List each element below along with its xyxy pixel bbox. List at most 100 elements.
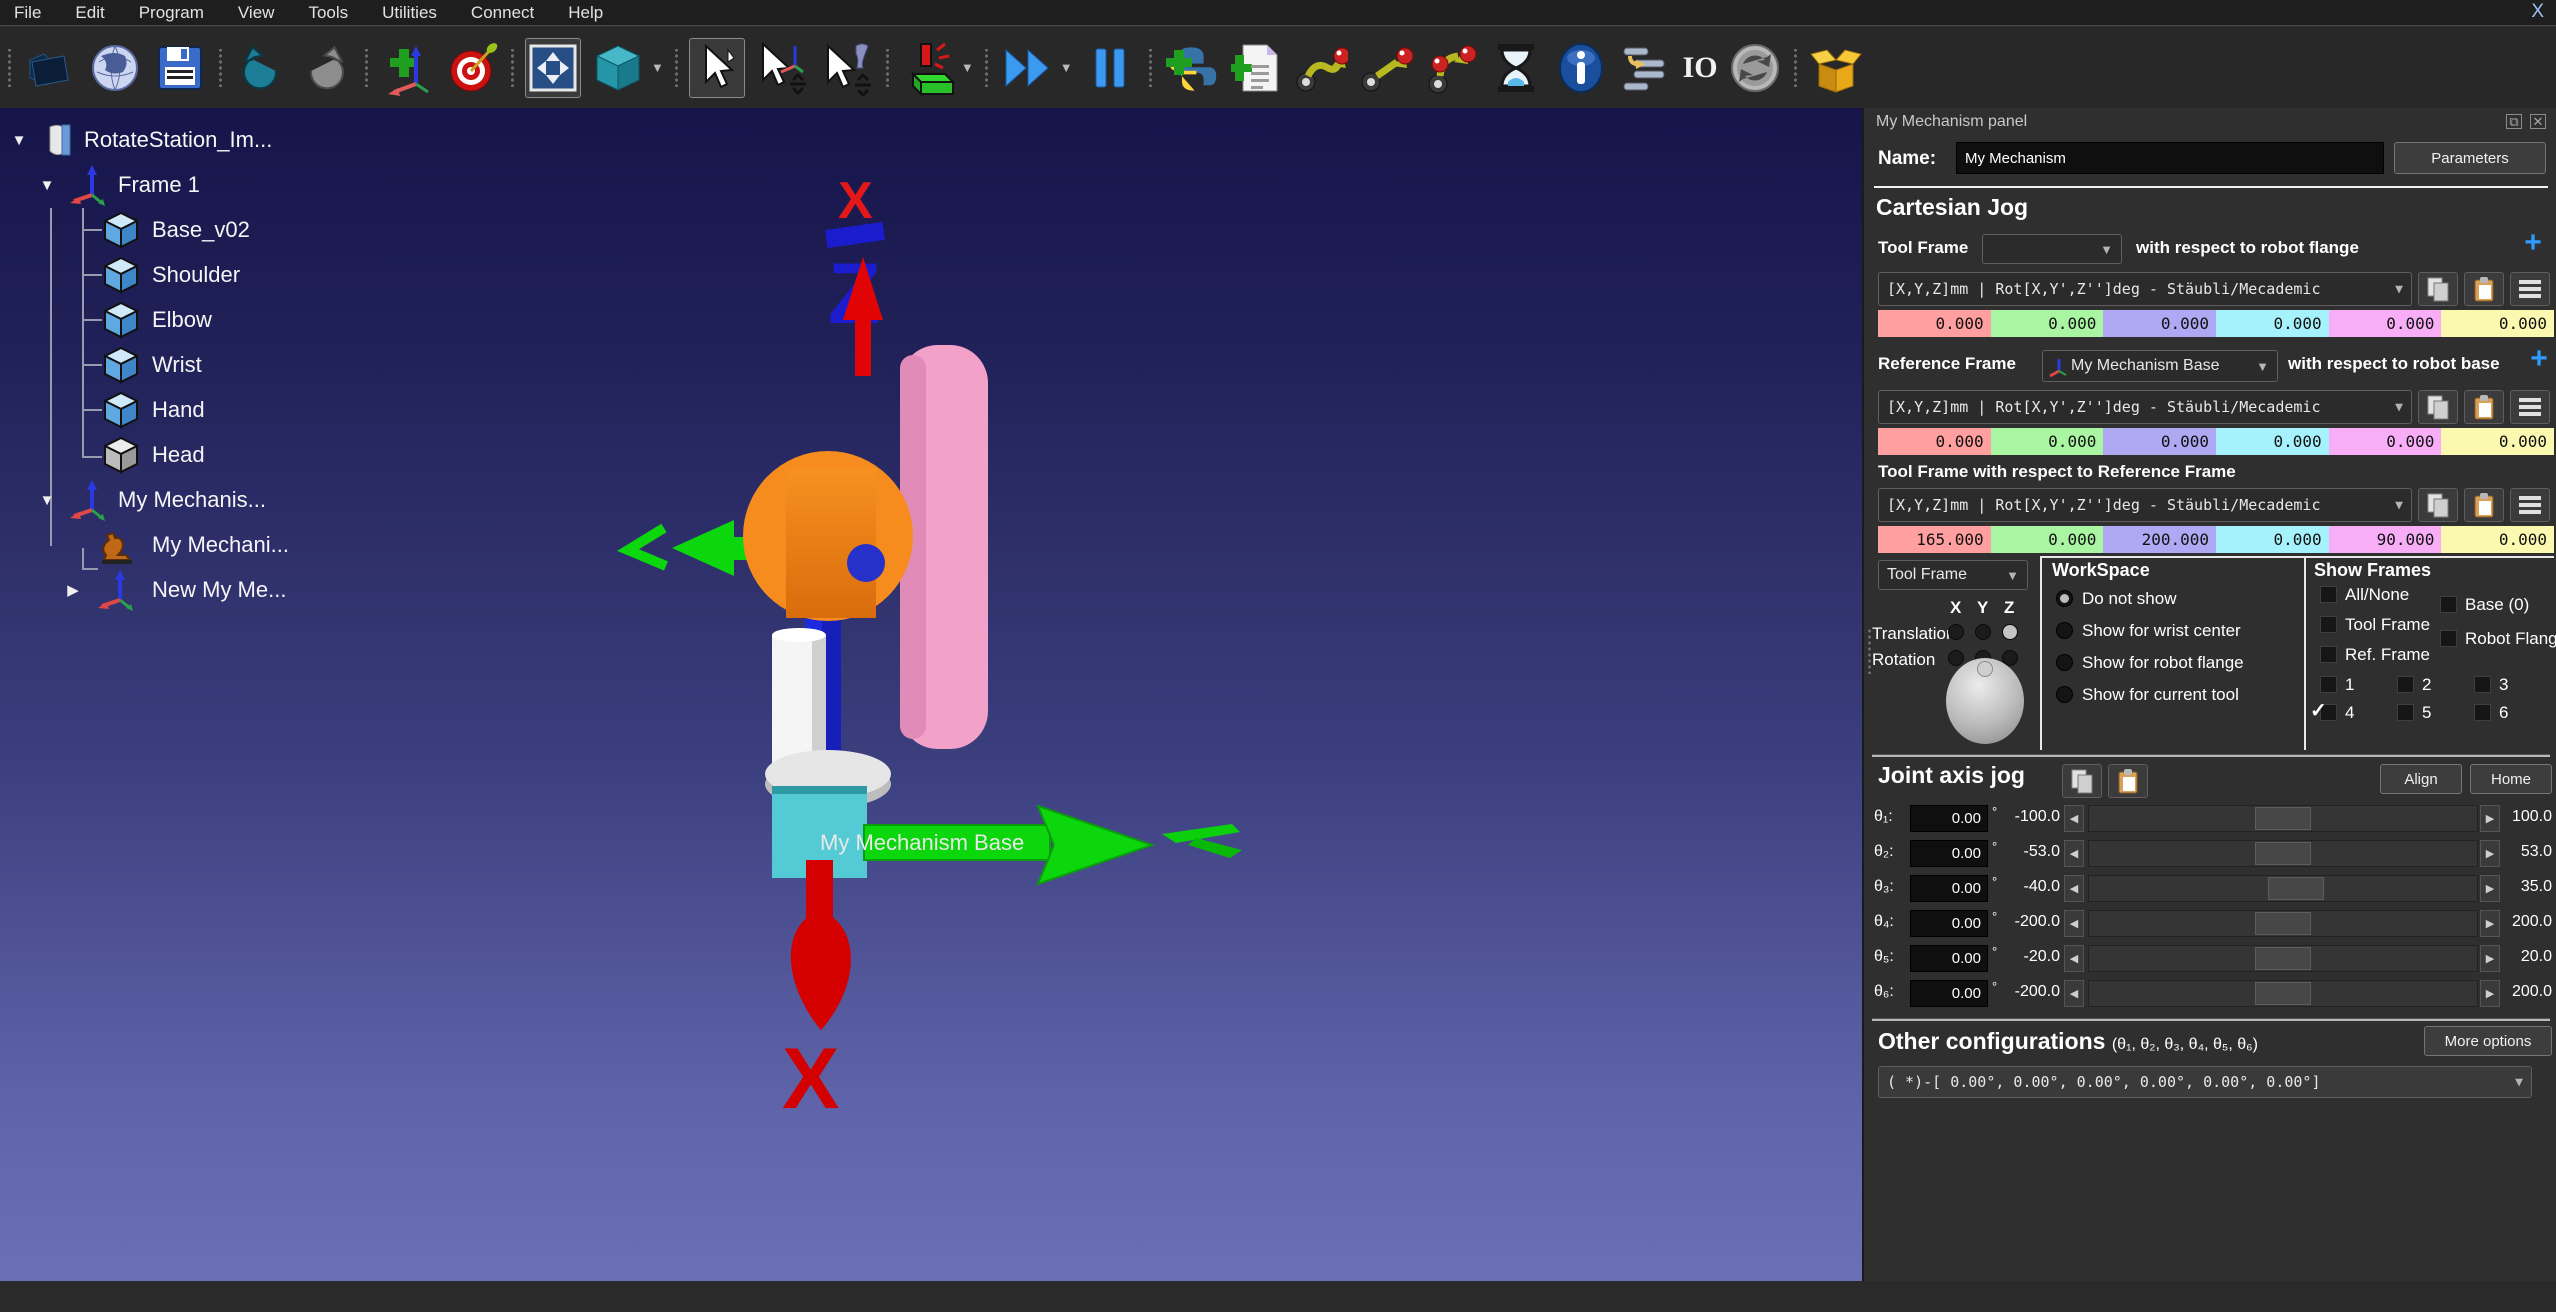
value-rx[interactable]: 0.000: [2216, 428, 2329, 455]
value-ry[interactable]: 0.000: [2329, 428, 2442, 455]
move-reference-icon[interactable]: [754, 38, 810, 98]
value-z[interactable]: 0.000: [2103, 428, 2216, 455]
paste-joints-button[interactable]: [2108, 764, 2148, 798]
fast-simulation-icon[interactable]: [999, 38, 1055, 98]
joint-step-down-button[interactable]: ◀: [2064, 875, 2084, 902]
reference-frame-select[interactable]: My Mechanism Base ▼: [2042, 350, 2278, 382]
tree-expander-open[interactable]: ▼: [36, 177, 58, 194]
show-frames-label[interactable]: 1: [2345, 675, 2354, 695]
tree-row[interactable]: Head: [0, 433, 420, 477]
undock-icon[interactable]: ⧉: [2506, 114, 2522, 129]
toolbar-grip[interactable]: [509, 49, 516, 87]
tree-row[interactable]: Base_v02: [0, 208, 420, 252]
joint-value-input[interactable]: 0.00: [1910, 910, 1988, 937]
tree-row[interactable]: My Mechani...: [0, 523, 420, 567]
save-icon[interactable]: [152, 38, 208, 98]
joint-value-input[interactable]: 0.00: [1910, 840, 1988, 867]
joint-step-down-button[interactable]: ◀: [2064, 980, 2084, 1007]
toolbar-grip[interactable]: [983, 49, 990, 87]
toolbar-grip[interactable]: [1147, 49, 1154, 87]
joint-step-up-button[interactable]: ▶: [2480, 840, 2500, 867]
show-frames-all-none-checkbox[interactable]: [2320, 586, 2337, 603]
joint-slider-thumb[interactable]: [2268, 877, 2324, 900]
move-joint-icon[interactable]: [1293, 38, 1349, 98]
copy-joints-button[interactable]: [2062, 764, 2102, 798]
home-button[interactable]: Home: [2470, 764, 2552, 794]
tree-label[interactable]: New My Me...: [152, 577, 286, 603]
toolbar-grip[interactable]: [217, 49, 224, 87]
translation-x-dot[interactable]: [1948, 624, 1964, 640]
tree-label[interactable]: Shoulder: [152, 262, 240, 288]
show-frames-robot-flange-checkbox[interactable]: [2440, 630, 2457, 647]
joint-slider-thumb[interactable]: [2255, 807, 2311, 830]
collision-check-icon[interactable]: [900, 38, 956, 98]
joint-step-up-button[interactable]: ▶: [2480, 980, 2500, 1007]
tree-label[interactable]: Base_v02: [152, 217, 250, 243]
show-frames-5-checkbox[interactable]: [2397, 704, 2414, 721]
tree-row[interactable]: Wrist: [0, 343, 420, 387]
value-y[interactable]: 0.000: [1991, 428, 2104, 455]
move-tool-icon[interactable]: [819, 38, 875, 98]
jog-trackball-knob[interactable]: [1977, 661, 1993, 677]
toolbar-grip[interactable]: [6, 49, 13, 87]
program-steps-icon[interactable]: [1618, 38, 1674, 98]
show-frames-label[interactable]: 4: [2345, 703, 2354, 723]
value-z[interactable]: 200.000: [2103, 526, 2216, 553]
joint-slider[interactable]: [2088, 945, 2478, 972]
translation-z-dot[interactable]: [2002, 624, 2018, 640]
chevron-down-icon[interactable]: ▼: [961, 60, 974, 75]
value-x[interactable]: 0.000: [1878, 428, 1991, 455]
copy-button[interactable]: [2418, 390, 2458, 424]
joint-step-up-button[interactable]: ▶: [2480, 910, 2500, 937]
configuration-select[interactable]: ( *)-[ 0.00°, 0.00°, 0.00°, 0.00°, 0.00°…: [1878, 1066, 2532, 1098]
pause-icon[interactable]: [1082, 38, 1138, 98]
format-select[interactable]: [X,Y,Z]mm | Rot[X,Y',Z'']deg - Stäubli/M…: [1878, 390, 2412, 424]
tree-row[interactable]: ▼ Frame 1: [0, 163, 420, 207]
tree-label[interactable]: Wrist: [152, 352, 202, 378]
show-frames-tool-frame-checkbox[interactable]: [2320, 616, 2337, 633]
value-y[interactable]: 0.000: [1991, 310, 2104, 337]
format-select[interactable]: [X,Y,Z]mm | Rot[X,Y',Z'']deg - Stäubli/M…: [1878, 272, 2412, 306]
value-x[interactable]: 165.000: [1878, 526, 1991, 553]
add-target-icon[interactable]: [444, 38, 500, 98]
show-frames-ref-frame-checkbox[interactable]: [2320, 646, 2337, 663]
show-frames-label[interactable]: Robot Flange: [2465, 629, 2556, 649]
sync-icon[interactable]: [1727, 38, 1783, 98]
joint-slider[interactable]: [2088, 840, 2478, 867]
copy-button[interactable]: [2418, 272, 2458, 306]
tree-label[interactable]: RotateStation_Im...: [84, 127, 272, 153]
joint-step-down-button[interactable]: ◀: [2064, 805, 2084, 832]
close-icon[interactable]: X: [2531, 1, 2544, 23]
format-select[interactable]: [X,Y,Z]mm | Rot[X,Y',Z'']deg - Stäubli/M…: [1878, 488, 2412, 522]
move-linear-icon[interactable]: [1358, 38, 1414, 98]
toolbar-grip[interactable]: [1792, 49, 1799, 87]
joint-slider[interactable]: [2088, 980, 2478, 1007]
menu-file[interactable]: File: [14, 3, 41, 23]
tree-label[interactable]: Frame 1: [118, 172, 200, 198]
joint-value-input[interactable]: 0.00: [1910, 805, 1988, 832]
show-frames-label[interactable]: 2: [2422, 675, 2431, 695]
value-y[interactable]: 0.000: [1991, 526, 2104, 553]
add-frame-icon[interactable]: [379, 38, 435, 98]
menu-utilities[interactable]: Utilities: [382, 3, 437, 23]
paste-button[interactable]: [2464, 272, 2504, 306]
tree-row[interactable]: ▼ RotateStation_Im...: [0, 118, 420, 162]
io-icon[interactable]: IO: [1683, 51, 1718, 85]
joint-slider-thumb[interactable]: [2255, 842, 2311, 865]
tool-frame-select[interactable]: ▼: [1982, 234, 2122, 264]
jog-frame-select[interactable]: Tool Frame▼: [1878, 560, 2028, 590]
menu-program[interactable]: Program: [139, 3, 204, 23]
workspace-option-label[interactable]: Do not show: [2082, 589, 2177, 609]
chevron-down-icon[interactable]: ▼: [651, 60, 664, 75]
show-frames-3-checkbox[interactable]: [2474, 676, 2491, 693]
isometric-view-icon[interactable]: [590, 38, 646, 98]
redo-icon[interactable]: [298, 38, 354, 98]
joint-slider-thumb[interactable]: [2255, 912, 2311, 935]
value-x[interactable]: 0.000: [1878, 310, 1991, 337]
show-frames-2-checkbox[interactable]: [2397, 676, 2414, 693]
toolbar-grip[interactable]: [363, 49, 370, 87]
joint-step-up-button[interactable]: ▶: [2480, 805, 2500, 832]
tree-label[interactable]: Head: [152, 442, 205, 468]
joint-value-input[interactable]: 0.00: [1910, 875, 1988, 902]
package-icon[interactable]: [1808, 38, 1864, 98]
